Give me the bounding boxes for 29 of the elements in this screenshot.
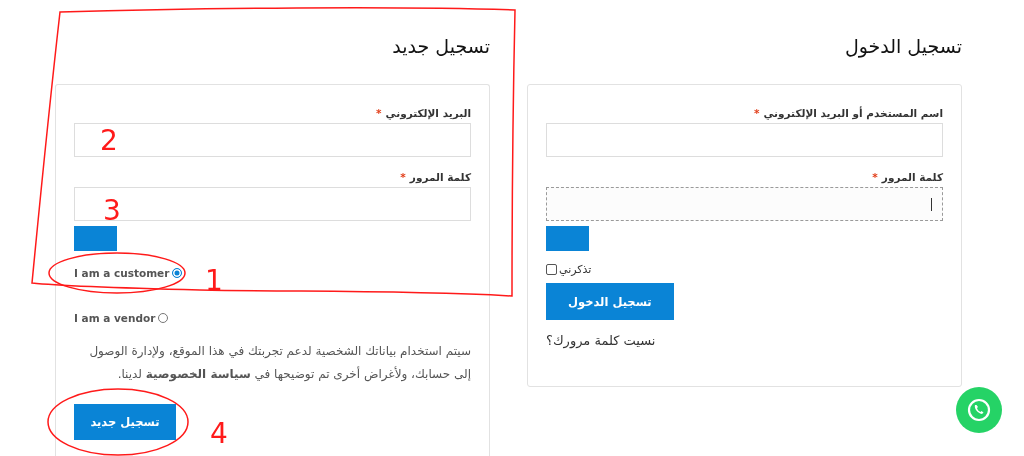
role-label: I am a customer	[74, 267, 170, 279]
required-mark: *	[753, 107, 760, 119]
field-label: البريد الإلكتروني	[385, 107, 471, 119]
input-field[interactable]	[546, 187, 943, 221]
remember-label: تذكرني	[559, 263, 592, 276]
field-label: كلمة المرور	[409, 171, 471, 183]
annotation-number: 1	[205, 264, 223, 297]
text-cursor	[931, 198, 932, 211]
register-title: تسجيل جديد	[391, 34, 490, 59]
blank-button[interactable]	[74, 226, 117, 251]
role-label: I am a vendor	[74, 312, 156, 324]
login-button[interactable]: تسجيل الدخول	[546, 283, 674, 320]
required-mark: *	[376, 107, 382, 119]
required-mark: *	[872, 171, 878, 183]
register-button[interactable]: تسجيل جديد	[74, 404, 176, 440]
annotation-number: 3	[103, 194, 121, 227]
lost-password-link[interactable]: نسيت كلمة مرورك؟	[546, 333, 656, 348]
required-mark: *	[400, 171, 406, 183]
privacy-text: سيتم استخدام بياناتك الشخصية لدعم تجربتك في هذا الموقع، ولإدارة الوصول إلى حسابك، ولأغراض أخرى تم توضيحها في سياسة الخصوصية لدينا.	[88, 343, 471, 384]
checkbox[interactable]	[546, 264, 557, 275]
blank-button[interactable]	[546, 226, 589, 251]
phone-icon	[966, 397, 992, 423]
login-title: تسجيل الدخول	[843, 34, 962, 60]
annotation-number: 2	[100, 124, 118, 157]
chat-button[interactable]	[956, 387, 1002, 433]
radio-button[interactable]	[172, 268, 183, 278]
field-label: اسم المستخدم أو البريد الإلكتروني	[763, 107, 943, 119]
field-label: كلمة المرور	[881, 171, 943, 183]
annotation-number: 4	[210, 417, 228, 450]
